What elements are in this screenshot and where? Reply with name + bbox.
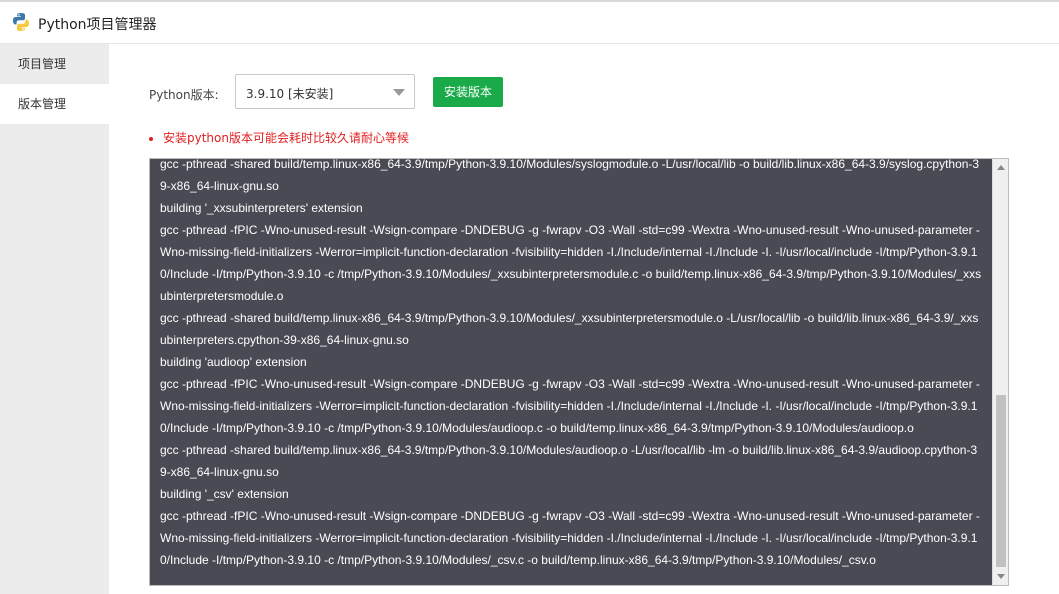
sidebar-item-version-management[interactable]: 版本管理 xyxy=(0,84,109,124)
log-line: building 'audioop' extension xyxy=(160,355,307,369)
log-line: building '_xxsubinterpreters' extension xyxy=(160,201,363,215)
install-log-console[interactable]: gcc -pthread -shared build/temp.linux-x8… xyxy=(149,158,1009,586)
window-title: Python项目管理器 xyxy=(38,17,157,33)
scroll-up-arrow-icon[interactable] xyxy=(997,165,1005,170)
warning-text: 安装python版本可能会耗时比较久请耐心等候 xyxy=(163,131,409,145)
bullet-icon xyxy=(149,136,153,141)
python-version-label: Python版本: xyxy=(149,88,219,102)
log-content: gcc -pthread -shared build/temp.linux-x8… xyxy=(150,158,992,571)
log-scrollbar[interactable] xyxy=(992,159,1008,585)
log-line: gcc -pthread -shared build/temp.linux-x8… xyxy=(160,443,978,479)
scroll-down-arrow-icon[interactable] xyxy=(997,574,1005,579)
install-warning: 安装python版本可能会耗时比较久请耐心等候 xyxy=(149,129,409,146)
scrollbar-thumb[interactable] xyxy=(996,395,1006,567)
log-line: gcc -pthread -fPIC -Wno-unused-result -W… xyxy=(160,509,980,567)
log-line: gcc -pthread -shared build/temp.linux-x8… xyxy=(160,158,980,193)
python-logo-icon xyxy=(13,13,29,31)
main-panel: Python版本: 3.9.10 [未安装] 安装版本 安装python版本可能… xyxy=(109,44,1059,594)
log-line: building '_csv' extension xyxy=(160,487,289,501)
log-line: gcc -pthread -fPIC -Wno-unused-result -W… xyxy=(160,223,982,303)
sidebar-item-project-management[interactable]: 项目管理 xyxy=(0,44,109,84)
log-line: gcc -pthread -shared build/temp.linux-x8… xyxy=(160,311,979,347)
sidebar: 项目管理 版本管理 xyxy=(0,44,109,594)
log-line: gcc -pthread -fPIC -Wno-unused-result -W… xyxy=(160,377,980,435)
python-version-select[interactable]: 3.9.10 [未安装] xyxy=(235,74,415,109)
title-bar: Python项目管理器 xyxy=(0,0,1059,44)
chevron-down-icon xyxy=(393,89,405,96)
install-version-button[interactable]: 安装版本 xyxy=(433,77,503,107)
selected-version-value: 3.9.10 [未安装] xyxy=(246,87,334,101)
